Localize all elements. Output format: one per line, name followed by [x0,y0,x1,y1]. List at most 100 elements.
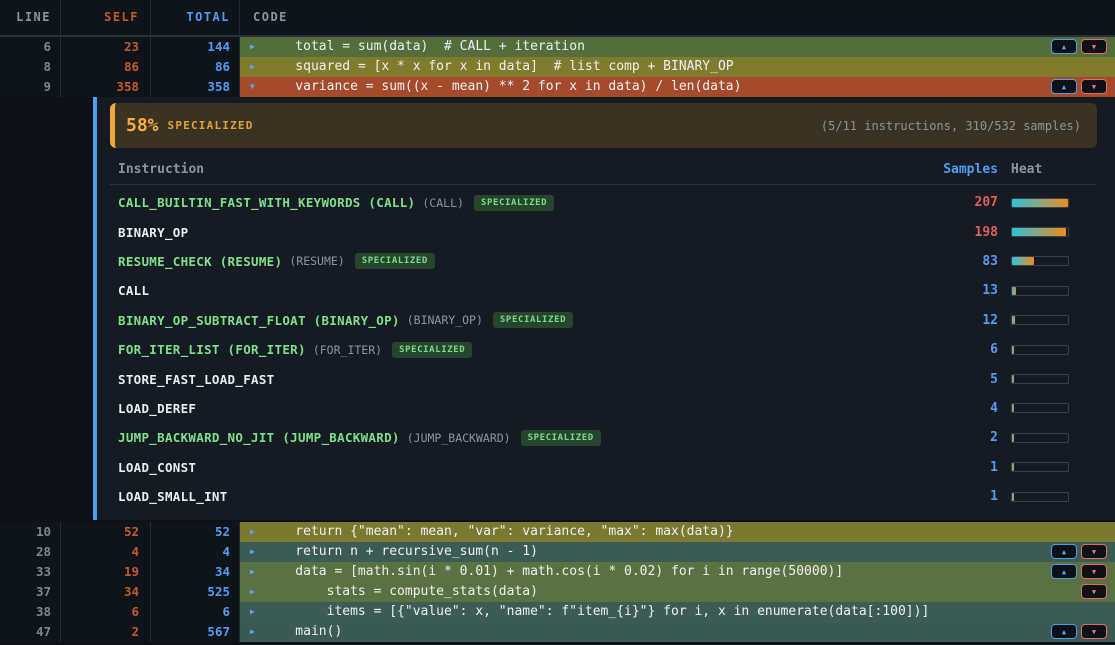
sample-count: 1 [990,489,998,504]
heat-bar-fill [1012,375,1014,383]
code-text: stats = compute_stats(data) [264,582,538,602]
down-button[interactable]: ▼ [1081,564,1107,579]
down-arrow-icon: ▼ [1092,622,1096,642]
code-cell[interactable]: ▶ data = [math.sin(i * 0.01) + math.cos(… [240,562,1115,582]
instruction-row: CALL_BUILTIN_FAST_WITH_KEYWORDS (CALL) (… [97,188,1115,217]
code-cell[interactable]: ▶ items = [{"value": x, "name": f"item_{… [240,602,1115,622]
up-arrow-icon: ▲ [1062,37,1066,57]
heat-bar [1011,198,1069,208]
down-button[interactable]: ▼ [1081,39,1107,54]
down-arrow-icon: ▼ [1092,542,1096,562]
self-samples-cell: 52 [61,522,151,542]
instruction-name: FOR_ITER_LIST (FOR_ITER) [118,342,306,357]
up-arrow-icon: ▲ [1062,542,1066,562]
code-text: return {"mean": mean, "var": variance, "… [264,522,734,542]
header-divider [110,184,1097,185]
instruction-row: LOAD_CONST 1 [97,453,1115,482]
sample-count: 198 [975,225,998,240]
heat-bar-fill [1012,434,1014,442]
heat-bar-fill [1012,287,1016,295]
heat-bar [1011,462,1069,472]
line-number-cell: 28 [0,542,61,562]
up-button[interactable]: ▲ [1051,624,1077,639]
code-row-line-28: 28 4 4 ▶ return n + recursive_sum(n - 1)… [0,542,1115,562]
heat-bar [1011,492,1069,502]
self-samples-cell: 4 [61,542,151,562]
heat-bar [1011,433,1069,443]
total-samples-cell: 525 [151,582,240,602]
code-row-line-33: 33 19 34 ▶ data = [math.sin(i * 0.01) + … [0,562,1115,582]
line-number-cell: 8 [0,57,61,77]
total-samples-cell: 52 [151,522,240,542]
instruction-base-name: (BINARY_OP) [407,313,483,327]
self-samples-cell: 358 [61,77,151,97]
code-text: squared = [x * x for x in data] # list c… [264,57,734,77]
instruction-base-name: (RESUME) [289,254,344,268]
heat-bar [1011,403,1069,413]
code-cell[interactable]: ▶ total = sum(data) # CALL + iteration ▲… [240,37,1115,57]
code-cell[interactable]: ▶ return {"mean": mean, "var": variance,… [240,522,1115,542]
instruction-row: BINARY_OP_SUBTRACT_FLOAT (BINARY_OP) (BI… [97,306,1115,335]
instruction-name: BINARY_OP [118,225,188,240]
code-cell[interactable]: ▶ main() ▲ ▼ [240,622,1115,642]
total-samples-cell: 144 [151,37,240,57]
heat-bar [1011,256,1069,266]
specialized-badge: SPECIALIZED [392,342,472,358]
heat-bar [1011,345,1069,355]
line-number-cell: 37 [0,582,61,602]
code-text: variance = sum((x - mean) ** 2 for x in … [264,77,741,97]
sample-count: 1 [990,460,998,475]
instruction-base-name: (JUMP_BACKWARD) [407,431,511,445]
expander-icon[interactable]: ▶ [250,622,255,642]
expander-icon[interactable]: ▶ [250,522,255,542]
code-cell[interactable]: ▶ return n + recursive_sum(n - 1) ▲ ▼ [240,542,1115,562]
specialized-badge: SPECIALIZED [355,253,435,269]
up-button[interactable]: ▲ [1051,564,1077,579]
expander-icon[interactable]: ▶ [250,57,255,77]
sample-count: 5 [990,372,998,387]
line-number-cell: 10 [0,522,61,542]
down-button[interactable]: ▼ [1081,624,1107,639]
code-cell[interactable]: ▼ variance = sum((x - mean) ** 2 for x i… [240,77,1115,97]
instruction-row: FOR_ITER_LIST (FOR_ITER) (FOR_ITER) SPEC… [97,335,1115,364]
code-row-line-38: 38 6 6 ▶ items = [{"value": x, "name": f… [0,602,1115,622]
code-row-line-9: 9 358 358 ▼ variance = sum((x - mean) **… [0,77,1115,97]
heat-bar-fill [1012,463,1014,471]
code-row-line-10: 10 52 52 ▶ return {"mean": mean, "var": … [0,522,1115,542]
heat-bar-fill [1012,199,1068,207]
expander-icon[interactable]: ▶ [250,542,255,562]
line-number-cell: 47 [0,622,61,642]
down-button[interactable]: ▼ [1081,544,1107,559]
instruction-name: BINARY_OP_SUBTRACT_FLOAT (BINARY_OP) [118,313,400,328]
code-text: main() [264,622,342,642]
total-samples-cell: 34 [151,562,240,582]
total-samples-cell: 567 [151,622,240,642]
instruction-row: LOAD_SMALL_INT 1 [97,482,1115,511]
sample-count: 4 [990,401,998,416]
expander-icon[interactable]: ▶ [250,602,255,622]
expander-icon[interactable]: ▶ [250,37,255,57]
sample-count: 83 [982,254,998,269]
specialized-label: SPECIALIZED [168,119,254,132]
code-cell[interactable]: ▶ squared = [x * x for x in data] # list… [240,57,1115,77]
heat-bar-fill [1012,257,1034,265]
down-button[interactable]: ▼ [1081,79,1107,94]
instruction-row: CALL 13 [97,276,1115,305]
code-text: items = [{"value": x, "name": f"item_{i}… [264,602,929,622]
profiler-app: LINE SELF TOTAL CODE 6 23 144 ▶ total = … [0,0,1115,645]
instruction-name: CALL_BUILTIN_FAST_WITH_KEYWORDS (CALL) [118,195,415,210]
expander-icon[interactable]: ▶ [250,582,255,602]
total-samples-cell: 358 [151,77,240,97]
code-cell[interactable]: ▶ stats = compute_stats(data) ▼ [240,582,1115,602]
heat-bar [1011,374,1069,384]
specialization-banner: 58% SPECIALIZED (5/11 instructions, 310/… [110,103,1097,148]
down-arrow-icon: ▼ [1092,582,1096,602]
down-button[interactable]: ▼ [1081,584,1107,599]
up-button[interactable]: ▲ [1051,39,1077,54]
up-button[interactable]: ▲ [1051,544,1077,559]
sample-count: 12 [982,313,998,328]
sample-count: 13 [982,283,998,298]
expander-icon[interactable]: ▶ [250,562,255,582]
up-button[interactable]: ▲ [1051,79,1077,94]
expander-icon[interactable]: ▼ [250,77,255,97]
